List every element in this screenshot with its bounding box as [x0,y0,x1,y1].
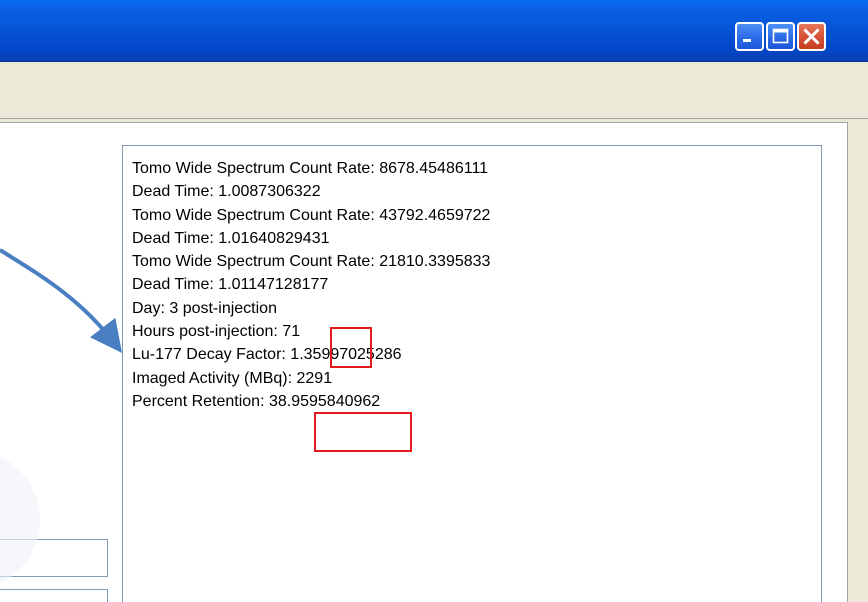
title-bar[interactable] [0,0,868,62]
maximize-button[interactable] [766,22,795,51]
output-line: Dead Time: 1.01640829431 [132,229,330,247]
output-log: Tomo Wide Spectrum Count Rate: 8678.4548… [132,157,490,413]
output-line: Hours post-injection: 71 [132,323,301,341]
output-line: Tomo Wide Spectrum Count Rate: 43792.465… [132,206,491,224]
highlight-hours-value [330,327,372,368]
output-line: Tomo Wide Spectrum Count Rate: 8678.4548… [132,160,489,177]
output-line: Lu-177 Decay Factor: 1.35997025286 [132,346,402,364]
close-button[interactable] [797,22,826,51]
minimize-button[interactable] [735,22,764,51]
left-input-field[interactable] [0,589,108,602]
minimize-icon [743,39,751,42]
output-line: Day: 3 post-injection [132,299,277,317]
highlight-retention-value [314,412,412,452]
output-line: Imaged Activity (MBq): 2291 [132,369,333,387]
separator-line [0,118,868,119]
output-line: Tomo Wide Spectrum Count Rate: 21810.339… [132,253,491,271]
maximize-icon [772,28,789,44]
left-input-field[interactable] [0,539,108,577]
output-line: Dead Time: 1.0087306322 [132,183,321,201]
output-text-area[interactable]: Tomo Wide Spectrum Count Rate: 8678.4548… [122,145,822,602]
output-line: Percent Retention: 38.9595840962 [132,392,381,410]
output-line: Dead Time: 1.01147128177 [132,276,329,294]
close-icon [803,28,820,45]
application-window: Tomo Wide Spectrum Count Rate: 8678.4548… [0,0,868,602]
